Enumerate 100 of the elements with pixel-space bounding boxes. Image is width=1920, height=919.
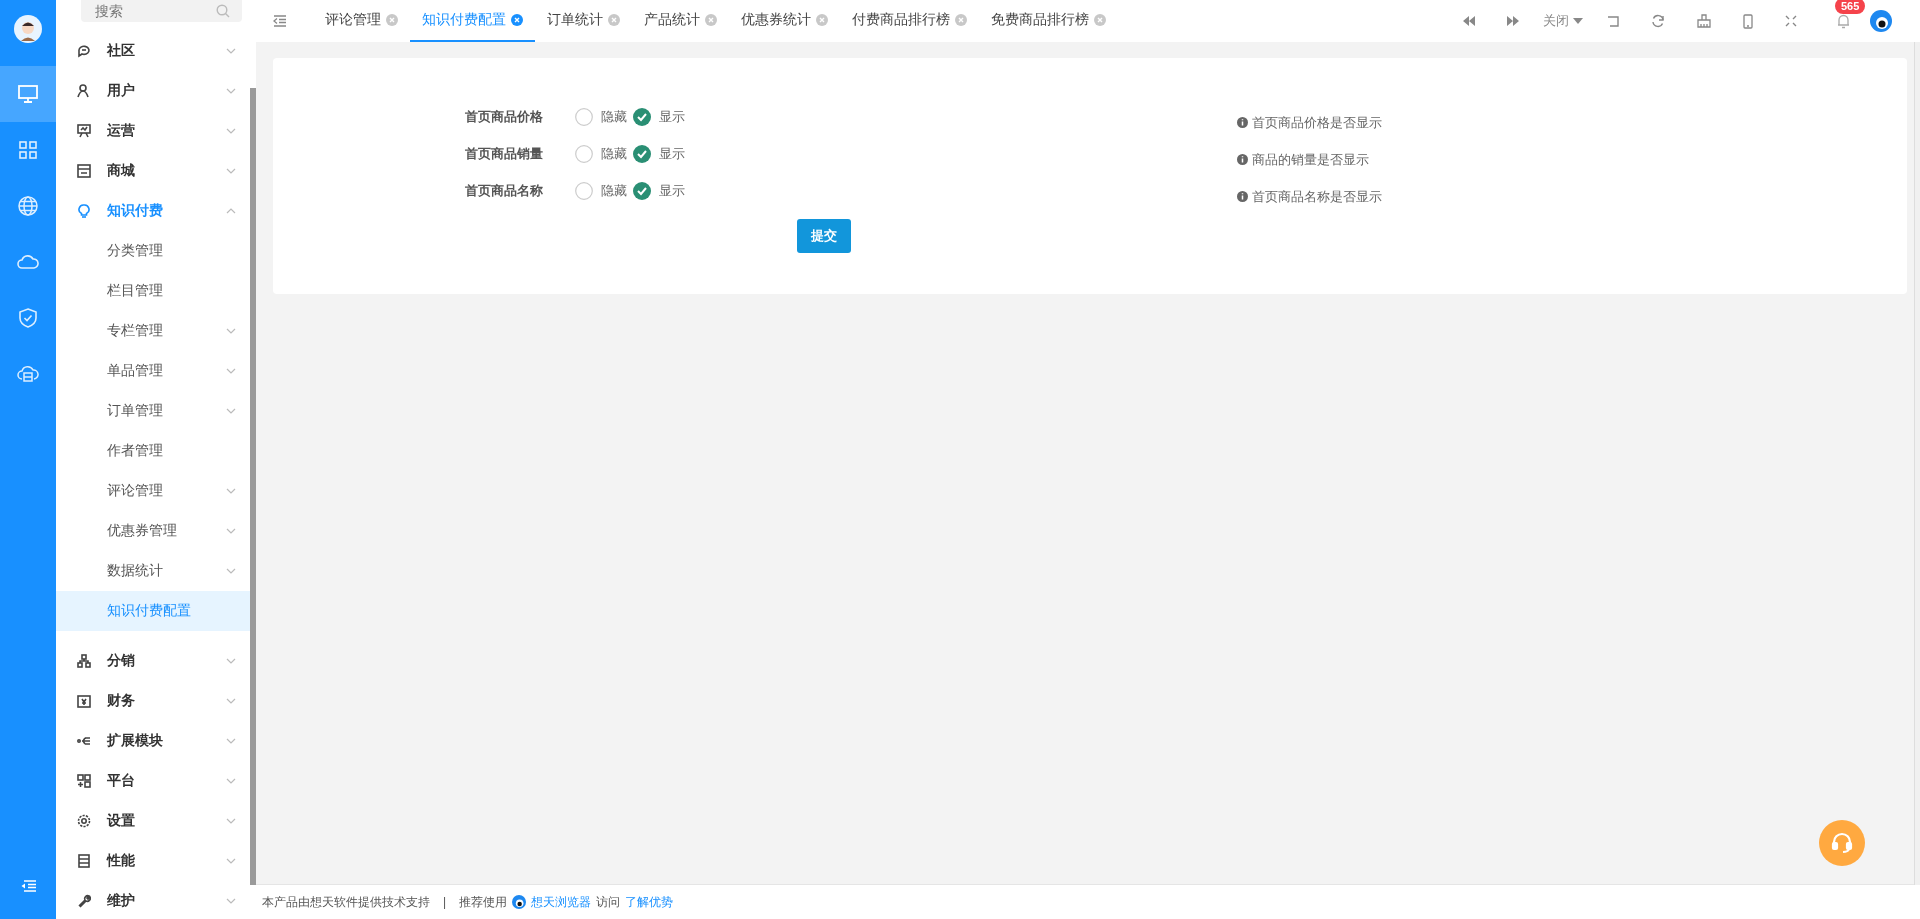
close-icon[interactable]: [511, 14, 523, 26]
radio-icon[interactable]: [633, 107, 651, 126]
submenu-item[interactable]: 单品管理: [56, 351, 250, 391]
chevron-icon: [226, 488, 236, 494]
menu-item[interactable]: 社区: [56, 31, 250, 71]
menu-item[interactable]: 平台: [56, 761, 250, 801]
rewind-icon[interactable]: [1463, 16, 1475, 26]
hint-text: 首页商品名称是否显示: [1252, 187, 1382, 206]
cloud-icon: [17, 255, 39, 269]
headset-icon: [1830, 831, 1854, 855]
chevron-icon: [226, 698, 236, 704]
page-scrollbar[interactable]: [1914, 42, 1920, 885]
menu-item[interactable]: 用户: [56, 71, 250, 111]
server-icon: [77, 854, 91, 868]
shield-icon: [19, 308, 37, 328]
chevron-icon: [226, 898, 236, 904]
search-icon: [216, 4, 230, 18]
menu-item[interactable]: 维护: [56, 881, 250, 919]
submenu-item[interactable]: 专栏管理: [56, 311, 250, 351]
radio-option[interactable]: 隐藏: [575, 107, 627, 126]
chevron-icon: [226, 168, 236, 174]
chevron-icon: [226, 858, 236, 864]
menu-item[interactable]: 运营: [56, 111, 250, 151]
radio-option[interactable]: 显示: [633, 181, 685, 200]
avatar-icon[interactable]: [14, 15, 42, 43]
chevron-icon: [226, 48, 236, 54]
tab[interactable]: 产品统计: [632, 0, 729, 42]
store-icon: [77, 164, 91, 178]
chevron-icon: [226, 658, 236, 664]
close-icon[interactable]: [955, 14, 967, 26]
tab[interactable]: 免费商品排行榜: [979, 0, 1118, 42]
radio-icon[interactable]: [633, 181, 651, 200]
radio-icon[interactable]: [575, 181, 593, 200]
scrollbar-thumb[interactable]: [250, 88, 256, 885]
chevron-icon: [226, 128, 236, 134]
chevron-icon: [226, 88, 236, 94]
visit-text: 访问: [596, 893, 621, 911]
radio-option[interactable]: 显示: [633, 107, 685, 126]
radio-option[interactable]: 隐藏: [575, 144, 627, 163]
chevron-icon: [226, 778, 236, 784]
fullscreen-icon[interactable]: [1785, 15, 1797, 27]
close-icon[interactable]: [816, 14, 828, 26]
chevron-icon: [226, 568, 236, 574]
return-icon[interactable]: [1607, 15, 1619, 27]
close-icon[interactable]: [608, 14, 620, 26]
field-label: 首页商品价格: [465, 107, 544, 126]
submenu-item[interactable]: 数据统计: [56, 551, 250, 591]
notification-badge: 565: [1835, 0, 1866, 14]
menu-item[interactable]: 分销: [56, 641, 250, 681]
radio-icon[interactable]: [633, 144, 651, 163]
tab[interactable]: 评论管理: [313, 0, 410, 42]
fast-forward-icon[interactable]: [1507, 16, 1519, 26]
menu-item[interactable]: 扩展模块: [56, 721, 250, 761]
info-icon: [1237, 117, 1248, 128]
submenu-item[interactable]: 评论管理: [56, 471, 250, 511]
radio-option[interactable]: 显示: [633, 144, 685, 163]
close-icon[interactable]: [1094, 14, 1106, 26]
submenu-item[interactable]: 订单管理: [56, 391, 250, 431]
chevron-icon: [226, 818, 236, 824]
tab[interactable]: 付费商品排行榜: [840, 0, 979, 42]
field-label: 首页商品名称: [465, 181, 544, 200]
menu-item[interactable]: 设置: [56, 801, 250, 841]
phone-icon[interactable]: [1743, 13, 1753, 29]
info-icon: [1237, 191, 1248, 202]
menu-collapse-icon[interactable]: [20, 880, 36, 892]
chevron-icon: [226, 208, 236, 214]
submenu-item[interactable]: 作者管理: [56, 431, 250, 471]
menu-item[interactable]: 性能: [56, 841, 250, 881]
chevron-icon: [226, 738, 236, 744]
field-label: 首页商品销量: [465, 144, 544, 163]
submenu-item[interactable]: 栏目管理: [56, 271, 250, 311]
tab[interactable]: 优惠券统计: [729, 0, 840, 42]
submenu-item[interactable]: 优惠券管理: [56, 511, 250, 551]
support-button[interactable]: [1819, 820, 1865, 866]
hint-text: 首页商品价格是否显示: [1252, 113, 1382, 132]
chevron-icon: [226, 328, 236, 334]
bell-icon[interactable]: [1837, 13, 1850, 29]
menu-fold-icon[interactable]: [273, 15, 287, 27]
radio-icon[interactable]: [575, 107, 593, 126]
close-dropdown[interactable]: 关闭: [1543, 12, 1583, 30]
menu-item[interactable]: 财务: [56, 681, 250, 721]
chevron-icon: [226, 408, 236, 414]
tab[interactable]: 订单统计: [535, 0, 632, 42]
close-icon[interactable]: [705, 14, 717, 26]
rail-button[interactable]: [0, 66, 56, 122]
menu-item[interactable]: 商城: [56, 151, 250, 191]
cloud-server-icon: [17, 366, 39, 382]
globe-icon: [18, 196, 38, 216]
broom-icon[interactable]: [1697, 14, 1711, 28]
search-field[interactable]: 搜索: [81, 0, 242, 22]
refresh-icon[interactable]: [1651, 14, 1665, 28]
browser-logo-icon[interactable]: [1870, 10, 1892, 32]
submenu-item[interactable]: 分类管理: [56, 231, 250, 271]
recommend-text: 推荐使用: [459, 893, 508, 911]
chevron-icon: [226, 368, 236, 374]
close-icon[interactable]: [386, 14, 398, 26]
blocks-icon: [77, 774, 91, 788]
radio-icon[interactable]: [575, 144, 593, 163]
radio-option[interactable]: 隐藏: [575, 181, 627, 200]
money-icon: [77, 694, 91, 708]
